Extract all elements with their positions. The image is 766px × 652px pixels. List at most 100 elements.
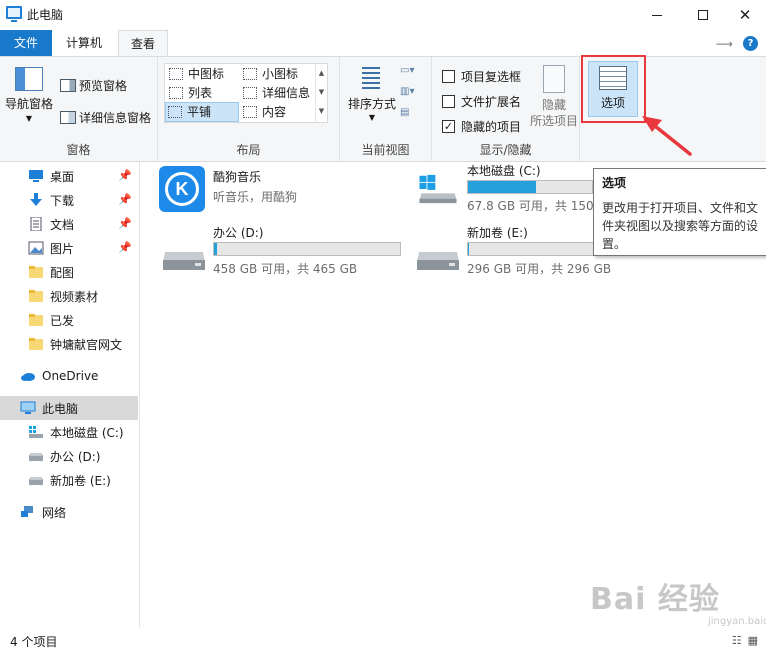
network-icon xyxy=(21,506,33,517)
sidebar-item-label: 视频素材 xyxy=(50,289,99,304)
sidebar-item-label: 图片 xyxy=(50,241,75,256)
maximize-button[interactable] xyxy=(680,0,726,30)
tile-drive-c[interactable]: 本地磁盘 (C:) 67.8 GB 可用，共 150 xyxy=(415,162,595,216)
tab-computer[interactable]: 计算机 xyxy=(54,30,114,56)
maximize-icon xyxy=(698,10,708,20)
desktop-icon xyxy=(29,170,43,182)
sidebar-item-folder[interactable]: 配图 xyxy=(0,260,138,284)
ribbon-controls: ⟶ ? xyxy=(716,36,758,51)
sidebar-item-folder[interactable]: 已发 xyxy=(0,308,138,332)
sidebar-item-documents[interactable]: 文档 📌 xyxy=(0,212,138,236)
sort-by-button[interactable]: 排序方式 ▼ xyxy=(344,65,400,125)
group-layout: 中图标 小图标 列表 详细信息 平铺 内容 ▲ ▼ ▼ 布局 xyxy=(158,57,340,161)
tile-name: 酷狗音乐 xyxy=(213,170,262,184)
sidebar-item-drive-c[interactable]: 本地磁盘 (C:) xyxy=(0,420,138,444)
tile-kugou-music[interactable]: K 酷狗音乐 听音乐，用酷狗 xyxy=(159,164,389,216)
details-view-icon[interactable]: ☷ xyxy=(732,634,742,647)
drive-icon xyxy=(29,477,43,485)
hide-selected-label-1: 隐藏 xyxy=(541,98,566,112)
sidebar-item-downloads[interactable]: 下载 📌 xyxy=(0,188,138,212)
file-extensions-toggle[interactable]: 文件扩展名 xyxy=(442,93,521,110)
sidebar-item-onedrive[interactable]: OneDrive xyxy=(0,364,138,388)
layout-list-label: 列表 xyxy=(188,86,213,100)
layout-details[interactable]: 详细信息 xyxy=(241,83,315,103)
layout-tiles-label: 平铺 xyxy=(187,105,212,119)
sidebar-item-drive-e[interactable]: 新加卷 (E:) xyxy=(0,468,138,492)
list-icon xyxy=(169,87,183,99)
item-checkboxes-checkbox[interactable] xyxy=(442,70,455,83)
group-layout-label: 布局 xyxy=(236,143,261,157)
sidebar-item-pictures[interactable]: 图片 📌 xyxy=(0,236,138,260)
preview-pane-icon xyxy=(60,79,76,92)
tile-drive-d[interactable]: 办公 (D:) 458 GB 可用，共 465 GB xyxy=(161,224,411,280)
status-bar: 4 个项目 ☷ ▦ xyxy=(0,628,766,652)
tile-subtitle: 67.8 GB 可用，共 150 xyxy=(467,199,594,213)
large-icons-view-icon[interactable]: ▦ xyxy=(748,634,758,647)
sidebar-item-folder[interactable]: 钟墉献官网文 xyxy=(0,332,138,356)
sidebar-item-label: 已发 xyxy=(50,313,75,328)
sidebar-item-label: 配图 xyxy=(50,265,75,280)
group-by-icon[interactable]: ▭▾ xyxy=(400,65,414,76)
small-icons-icon xyxy=(243,68,257,80)
layout-gallery-scroll[interactable]: ▲ ▼ ▼ xyxy=(315,64,327,122)
add-columns-icon[interactable]: ▥▾ xyxy=(400,86,414,97)
pin-ribbon-icon[interactable]: ⟶ xyxy=(716,37,733,51)
drive-usage-bar xyxy=(467,242,607,256)
preview-pane-button[interactable]: 预览窗格 xyxy=(60,77,127,94)
tab-file[interactable]: 文件 xyxy=(0,30,52,56)
sidebar-item-drive-d[interactable]: 办公 (D:) xyxy=(0,444,138,468)
pin-icon[interactable]: 📌 xyxy=(118,217,132,230)
minimize-button[interactable] xyxy=(634,0,680,30)
sidebar-item-folder[interactable]: 视频素材 xyxy=(0,284,138,308)
layout-medium-icons[interactable]: 中图标 xyxy=(167,64,237,84)
details-pane-button[interactable]: 详细信息窗格 xyxy=(60,109,151,126)
pin-icon[interactable]: 📌 xyxy=(118,169,132,182)
close-button[interactable]: ✕ xyxy=(722,0,766,30)
sidebar-item-this-pc[interactable]: 此电脑 xyxy=(0,396,138,420)
layout-content-label: 内容 xyxy=(262,105,287,119)
layout-list[interactable]: 列表 xyxy=(167,83,237,103)
group-pane-label: 窗格 xyxy=(66,143,91,157)
hide-selected-button[interactable]: 隐藏 所选项目 xyxy=(530,65,578,129)
expand-gallery-icon[interactable]: ▼ xyxy=(316,102,327,121)
watermark-logo: Bai 经验 xyxy=(590,582,720,617)
fit-columns-icon[interactable]: ▤ xyxy=(400,107,414,118)
chevron-up-icon[interactable]: ▲ xyxy=(316,64,327,83)
sort-icon xyxy=(359,65,385,91)
folder-icon xyxy=(29,314,43,326)
title-bar: 此电脑 ✕ xyxy=(0,0,766,30)
item-checkboxes-toggle[interactable]: 项目复选框 xyxy=(442,68,521,85)
picture-icon xyxy=(28,241,44,255)
kugou-icon: K xyxy=(159,166,205,212)
sidebar-item-label: 本地磁盘 (C:) xyxy=(50,425,124,440)
sidebar-item-label: 文档 xyxy=(50,217,75,232)
help-icon[interactable]: ? xyxy=(743,36,758,51)
drive-icon xyxy=(163,252,205,270)
sidebar-item-label: 办公 (D:) xyxy=(50,449,101,464)
ribbon-tabs: 文件 计算机 查看 ⟶ ? xyxy=(0,30,766,57)
file-extensions-checkbox[interactable] xyxy=(442,95,455,108)
hidden-items-label: 隐藏的项目 xyxy=(461,120,522,134)
hidden-items-checkbox[interactable]: ✓ xyxy=(442,120,455,133)
drive-icon xyxy=(417,252,459,270)
tab-view[interactable]: 查看 xyxy=(118,30,168,57)
layout-content[interactable]: 内容 xyxy=(241,102,315,122)
layout-small-icons[interactable]: 小图标 xyxy=(241,64,315,84)
layout-gallery: 中图标 小图标 列表 详细信息 平铺 内容 ▲ ▼ ▼ xyxy=(164,63,328,123)
layout-medium-icons-label: 中图标 xyxy=(188,67,225,81)
group-show-hide-label: 显示/隐藏 xyxy=(479,143,532,157)
details-pane-icon xyxy=(60,111,76,124)
group-current-view-label: 当前视图 xyxy=(361,143,410,157)
tile-subtitle: 296 GB 可用，共 296 GB xyxy=(467,262,612,276)
hidden-items-toggle[interactable]: ✓ 隐藏的项目 xyxy=(442,118,521,135)
pin-icon[interactable]: 📌 xyxy=(118,193,132,206)
pin-icon[interactable]: 📌 xyxy=(118,241,132,254)
sidebar-item-label: 下载 xyxy=(50,193,75,208)
sidebar-item-network[interactable]: 网络 xyxy=(0,500,138,524)
navigation-pane-button[interactable]: 导航窗格 ▼ xyxy=(4,67,54,126)
view-switcher: ☷ ▦ xyxy=(732,634,758,647)
layout-tiles[interactable]: 平铺 xyxy=(165,102,239,122)
sidebar-item-desktop[interactable]: 桌面 📌 xyxy=(0,164,138,188)
chevron-down-icon[interactable]: ▼ xyxy=(316,83,327,102)
windows-drive-icon xyxy=(29,426,43,438)
